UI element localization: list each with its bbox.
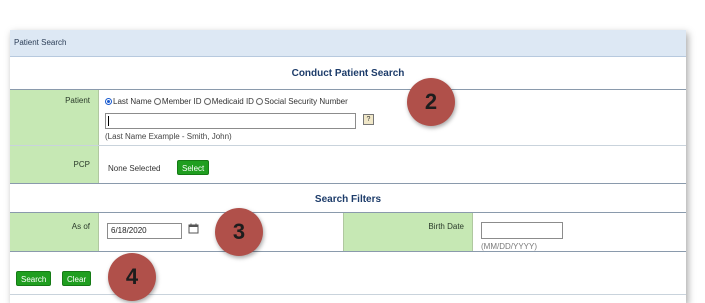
radio-selected-icon[interactable] [105,98,112,105]
radio-icon[interactable] [203,98,211,105]
divider [10,145,686,146]
patient-label-cell: Patient [10,90,99,145]
calendar-icon[interactable] [188,223,199,234]
callout-badge-4: 4 [108,253,156,301]
search-type-radio-group: Last Name Member ID Medicaid ID Social S… [105,97,348,106]
birth-date-label: Birth Date [428,222,464,231]
pcp-label: PCP [73,160,90,169]
patient-search-hint: (Last Name Example - Smith, John) [105,132,232,141]
radio-medicaid-id[interactable]: Medicaid ID [203,97,254,106]
radio-icon[interactable] [256,98,264,105]
text-cursor [108,116,109,126]
question-help-icon[interactable]: ? [363,114,374,125]
radio-member-id[interactable]: Member ID [153,97,201,106]
search-button[interactable]: Search [16,271,52,286]
search-filters-heading: Search Filters [314,194,382,205]
pcp-select-button[interactable]: Select [177,160,210,175]
pcp-label-cell: PCP [10,146,99,183]
radio-last-name[interactable]: Last Name [105,97,152,106]
divider [10,183,686,184]
birth-date-input[interactable] [481,222,563,239]
as-of-date-input[interactable]: 6/18/2020 [107,223,182,239]
as-of-label-cell: As of [10,213,99,251]
patient-label: Patient [65,96,90,105]
birth-date-format-hint: (MM/DD/YYYY) [481,242,537,251]
panel-title: Patient Search [14,38,67,47]
clear-button[interactable]: Clear [62,271,92,286]
divider [10,251,686,252]
patient-search-input[interactable] [105,113,356,129]
radio-icon[interactable] [153,98,161,105]
callout-badge-2: 2 [407,78,455,126]
conduct-search-heading: Conduct Patient Search [291,68,405,79]
panel-header: Patient Search [10,30,686,57]
callout-badge-3: 3 [215,208,263,256]
divider [10,294,686,295]
radio-ssn[interactable]: Social Security Number [256,97,348,106]
pcp-value: None Selected [108,164,161,173]
as-of-label: As of [71,222,90,231]
birth-date-label-cell: Birth Date [343,213,473,251]
divider [10,89,686,90]
patient-search-panel: Patient Search Conduct Patient Search Pa… [10,30,686,303]
